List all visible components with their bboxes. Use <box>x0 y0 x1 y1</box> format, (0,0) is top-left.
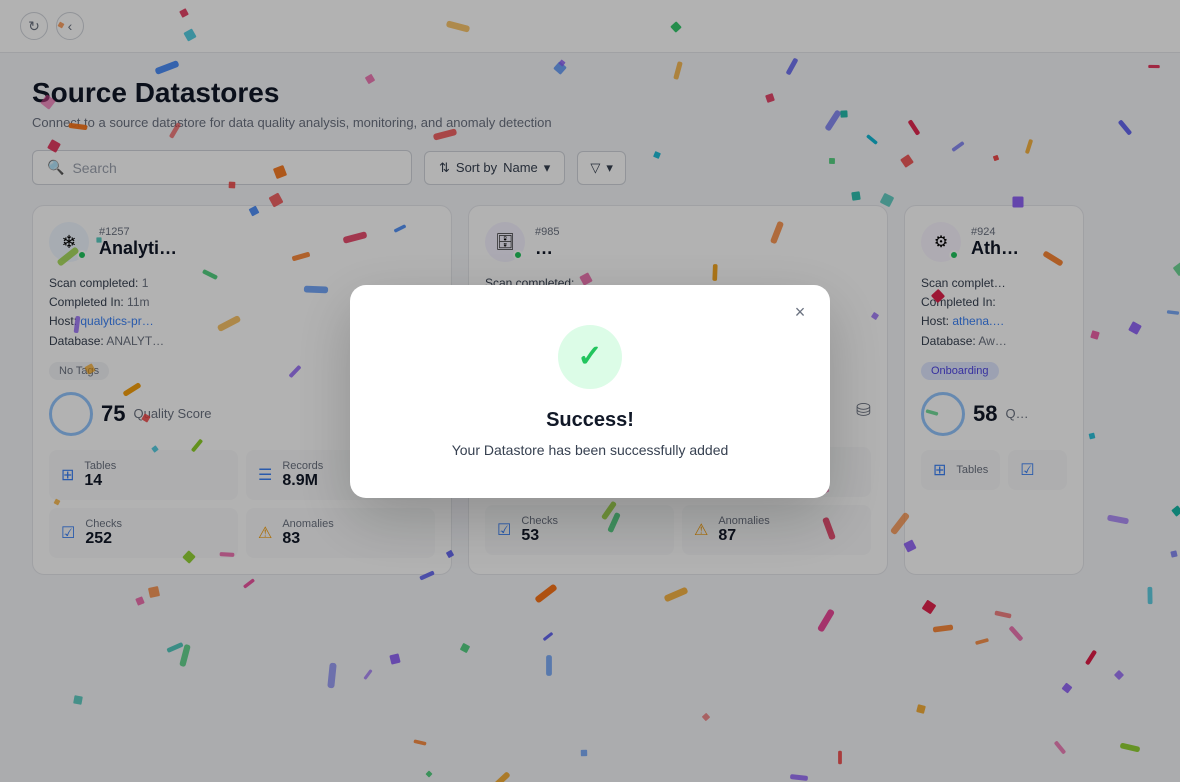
success-modal: × ✓ Success! Your Datastore has been suc… <box>350 285 830 498</box>
modal-overlay[interactable]: × ✓ Success! Your Datastore has been suc… <box>0 0 1180 782</box>
modal-close-button[interactable]: × <box>786 299 814 327</box>
success-icon-wrapper: ✓ <box>558 325 622 389</box>
modal-message: Your Datastore has been successfully add… <box>398 442 782 458</box>
success-checkmark-icon: ✓ <box>577 339 602 374</box>
modal-title: Success! <box>398 409 782 432</box>
